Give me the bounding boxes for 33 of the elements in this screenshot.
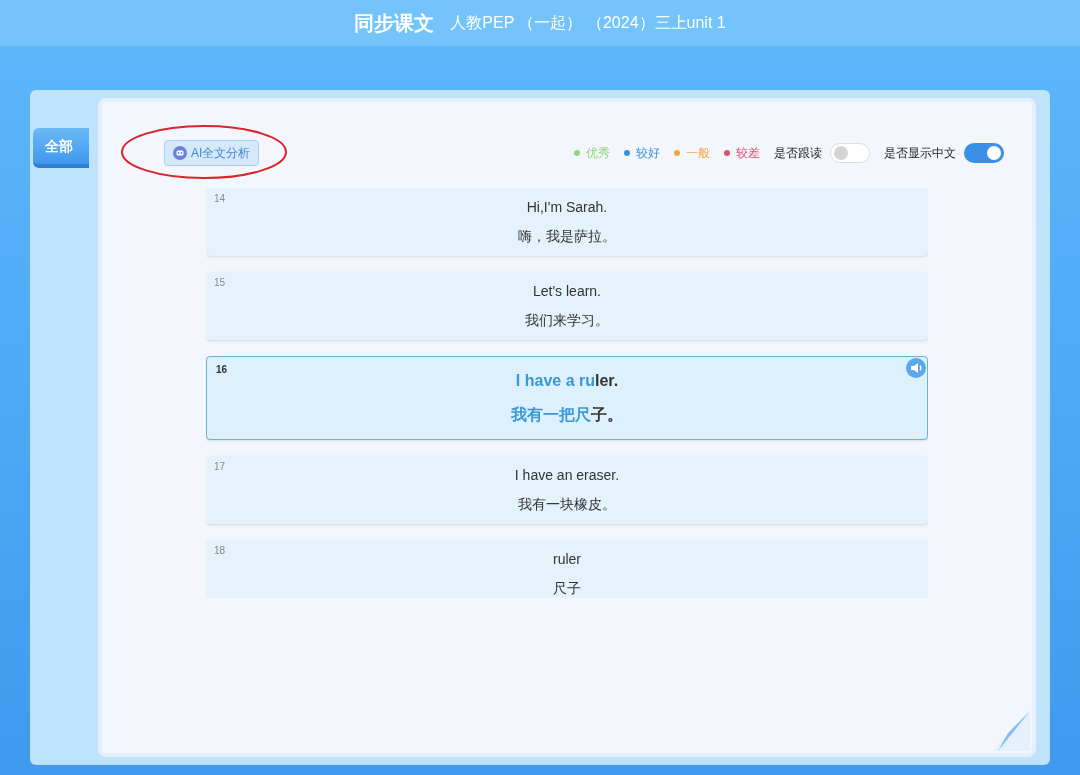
speaker-icon[interactable] xyxy=(906,358,926,378)
sentence-card[interactable]: 15 Let's learn. 我们来学习。 xyxy=(206,272,928,340)
chinese-translation: 嗨，我是萨拉。 xyxy=(518,227,616,246)
legend-label: 较差 xyxy=(736,145,760,162)
chinese-translation: 我有一块橡皮。 xyxy=(518,495,616,514)
sentence-card[interactable]: 16 I have a ruler. 我有一把尺子。 xyxy=(206,356,928,440)
chinese-translation: 尺子 xyxy=(553,579,581,598)
toggle-label: 是否显示中文 xyxy=(884,145,956,162)
english-sentence: ruler xyxy=(553,550,581,569)
sentence-number: 18 xyxy=(214,544,226,558)
sentence-number: 16 xyxy=(216,363,228,377)
english-sentence: Let's learn. xyxy=(532,282,601,301)
page-title: 同步课文 xyxy=(354,11,435,36)
sentence-number: 14 xyxy=(214,192,226,206)
english-sentence: I have a ruler. xyxy=(515,371,619,391)
toggle-label: 是否跟读 xyxy=(774,145,822,162)
toggle-switch[interactable] xyxy=(964,143,1004,163)
page-subtitle: 人教PEP （一起） （2024）三上unit 1 xyxy=(450,13,726,33)
toggle-switch[interactable] xyxy=(830,143,870,163)
legend-label: 优秀 xyxy=(586,145,610,162)
english-sentence: I have an eraser. xyxy=(514,466,620,485)
sentence-card[interactable]: 14 Hi,I'm Sarah. 嗨，我是萨拉。 xyxy=(206,188,928,256)
page-curl-drawing xyxy=(992,711,1030,751)
english-sentence: Hi,I'm Sarah. xyxy=(526,198,608,217)
robot-icon xyxy=(173,146,187,160)
sentence-number: 15 xyxy=(214,276,226,290)
chinese-translation: 我有一把尺子。 xyxy=(511,405,623,425)
sentence-card[interactable]: 18 ruler 尺子 xyxy=(206,540,928,598)
legend-label: 一般 xyxy=(686,145,710,162)
sentence-number: 17 xyxy=(214,460,226,474)
legend-label: 较好 xyxy=(636,145,660,162)
sentence-card[interactable]: 17 I have an eraser. 我有一块橡皮。 xyxy=(206,456,928,524)
chinese-translation: 我们来学习。 xyxy=(525,311,609,330)
